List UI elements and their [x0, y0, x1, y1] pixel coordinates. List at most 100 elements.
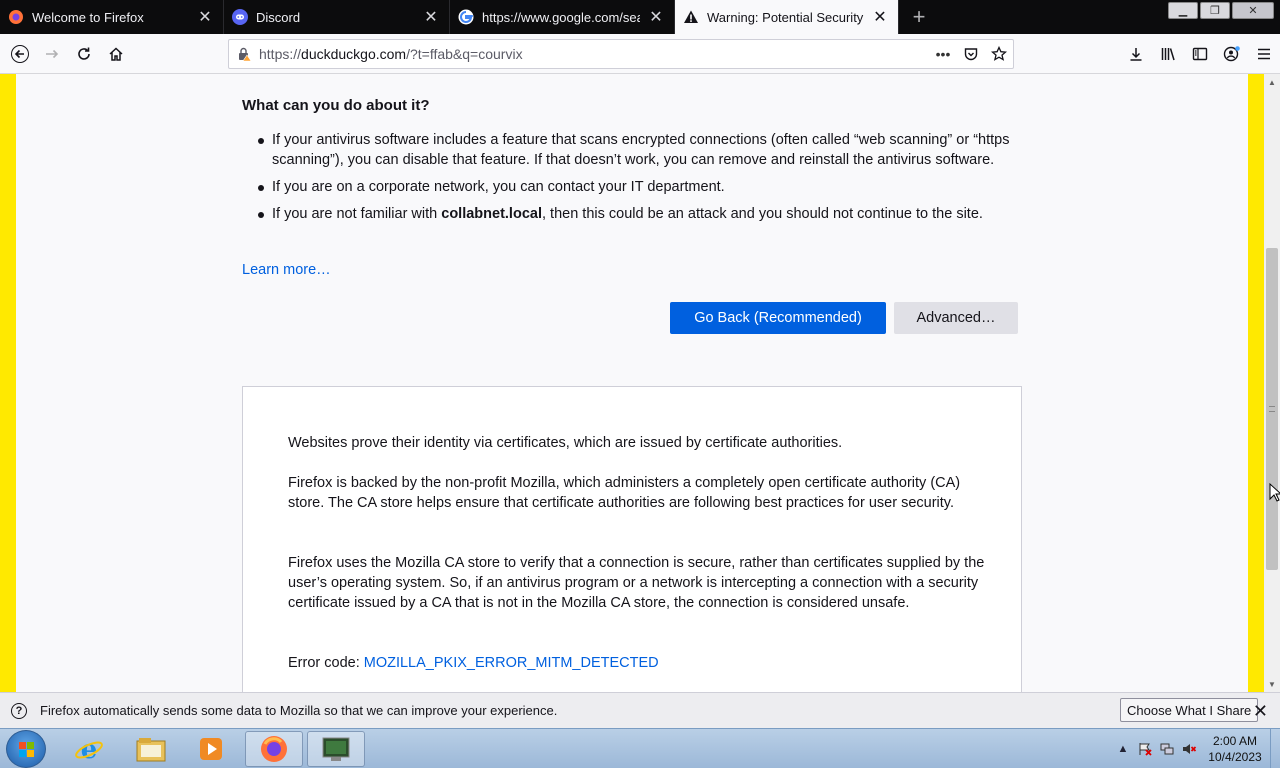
show-desktop-button[interactable]	[1270, 729, 1280, 768]
firefox-icon	[261, 736, 287, 762]
tab-title: Discord	[256, 9, 301, 25]
taskbar-media-player[interactable]	[182, 731, 240, 767]
tab-discord[interactable]: Discord ✕	[224, 0, 450, 34]
new-tab-button[interactable]: +	[899, 0, 939, 34]
url-text[interactable]: https://duckduckgo.com/?t=ffab&q=courvix	[259, 46, 929, 62]
close-icon[interactable]: ✕	[195, 7, 215, 27]
hamburger-menu-icon	[1258, 48, 1270, 60]
tab-strip: Welcome to Firefox ✕ Discord ✕ https://w…	[0, 0, 1280, 34]
taskbar-explorer[interactable]	[122, 731, 180, 767]
action-center-icon[interactable]	[1134, 741, 1156, 757]
forward-button[interactable]	[36, 38, 68, 70]
close-icon[interactable]: ✕	[870, 7, 890, 27]
volume-muted-icon[interactable]	[1178, 741, 1200, 757]
advanced-paragraph: Firefox is backed by the non-profit Mozi…	[288, 475, 961, 511]
choose-what-i-share-button[interactable]: Choose What I Share	[1120, 698, 1259, 722]
vertical-scrollbar[interactable]: ▲ ▼	[1264, 74, 1280, 692]
warning-icon	[683, 9, 699, 25]
close-icon[interactable]: ✕	[421, 7, 441, 27]
advice-list: If your antivirus software includes a fe…	[258, 130, 1018, 231]
download-icon	[1130, 48, 1142, 61]
tab-google[interactable]: https://www.google.com/sear ✕	[450, 0, 675, 34]
page-actions-icon[interactable]: •••	[929, 46, 957, 62]
tab-warning[interactable]: Warning: Potential Security Ris ✕	[675, 0, 899, 34]
minimize-button[interactable]: ▁	[1168, 2, 1198, 19]
list-item: If you are not familiar with collabnet.l…	[258, 204, 1018, 224]
start-button[interactable]	[6, 730, 46, 768]
page-content: What can you do about it? If your antivi…	[0, 74, 1264, 692]
advanced-paragraph: Websites prove their identity via certif…	[288, 435, 843, 451]
scrollbar-thumb[interactable]	[1266, 248, 1278, 570]
hostname: collabnet.local	[441, 206, 542, 222]
error-code-line: Error code: MOZILLA_PKIX_ERROR_MITM_DETE…	[288, 653, 988, 673]
system-clock[interactable]: 2:00 AM 10/4/2023	[1200, 733, 1270, 765]
restore-button[interactable]: ❐	[1200, 2, 1230, 19]
tab-title: https://www.google.com/sear	[482, 9, 640, 25]
sidebar-button[interactable]	[1184, 38, 1216, 70]
toolbar-right	[1120, 38, 1280, 70]
advanced-button[interactable]: Advanced…	[894, 302, 1018, 334]
list-item-text: , then this could be an attack and you s…	[541, 206, 983, 222]
clock-date: 10/4/2023	[1208, 750, 1262, 764]
back-arrow-icon	[11, 44, 29, 63]
home-icon	[109, 46, 123, 61]
reload-icon	[78, 47, 90, 60]
notification-close-icon[interactable]: ✕	[1253, 701, 1268, 722]
downloads-button[interactable]	[1120, 38, 1152, 70]
list-item: If you are on a corporate network, you c…	[258, 177, 1018, 197]
advanced-panel: Websites prove their identity via certif…	[242, 386, 1022, 692]
sidebar-icon	[1192, 47, 1208, 61]
home-button[interactable]	[100, 38, 132, 70]
error-code-link[interactable]: MOZILLA_PKIX_ERROR_MITM_DETECTED	[364, 655, 659, 671]
account-button[interactable]	[1216, 38, 1248, 70]
reload-button[interactable]	[68, 38, 100, 70]
url-prefix: https://	[259, 46, 302, 62]
scroll-up-arrow-icon[interactable]: ▲	[1264, 74, 1280, 90]
error-code-label: Error code:	[288, 655, 364, 671]
media-player-icon	[200, 738, 222, 760]
account-icon	[1223, 46, 1240, 62]
forward-arrow-icon	[46, 49, 59, 58]
back-button[interactable]	[4, 38, 36, 70]
bookmark-star-icon[interactable]	[985, 46, 1013, 62]
clock-time: 2:00 AM	[1212, 734, 1258, 748]
terminal-icon	[322, 737, 350, 761]
list-item-text: If you are not familiar with	[272, 206, 442, 222]
system-tray: ▲ 2:00 AM 10/4/2023	[1112, 729, 1280, 768]
internet-explorer-icon: e	[75, 735, 103, 764]
section-heading: What can you do about it?	[242, 97, 430, 114]
warning-stripe-left	[0, 74, 16, 692]
pocket-icon[interactable]	[957, 46, 985, 62]
menu-button[interactable]	[1248, 38, 1280, 70]
question-icon: ?	[11, 702, 27, 719]
window-controls: ▁ ❐ ✕	[1168, 2, 1274, 19]
library-icon	[1161, 48, 1175, 61]
library-button[interactable]	[1152, 38, 1184, 70]
taskbar-terminal[interactable]	[307, 731, 365, 767]
show-hidden-icons-icon[interactable]: ▲	[1112, 741, 1134, 757]
svg-text:e: e	[81, 735, 98, 764]
windows-logo-icon	[19, 742, 34, 757]
url-bar[interactable]: https://duckduckgo.com/?t=ffab&q=courvix…	[228, 39, 1014, 69]
folder-icon	[136, 738, 166, 762]
taskbar-internet-explorer[interactable]: e	[60, 731, 118, 767]
taskbar-firefox[interactable]	[245, 731, 303, 767]
advanced-paragraph: Firefox uses the Mozilla CA store to ver…	[288, 555, 985, 611]
scroll-down-arrow-icon[interactable]: ▼	[1264, 676, 1280, 692]
url-rest: /?t=ffab&q=courvix	[406, 46, 523, 62]
learn-more-link[interactable]: Learn more…	[242, 262, 331, 278]
data-notification-bar: ? Firefox automatically sends some data …	[0, 692, 1280, 728]
list-item: If your antivirus software includes a fe…	[258, 130, 1018, 170]
close-icon[interactable]: ✕	[646, 7, 666, 27]
navigation-toolbar: https://duckduckgo.com/?t=ffab&q=courvix…	[0, 34, 1280, 74]
tab-welcome[interactable]: Welcome to Firefox ✕	[0, 0, 224, 34]
lock-warning-icon[interactable]	[229, 46, 259, 62]
tab-title: Welcome to Firefox	[32, 9, 144, 25]
window-close-button[interactable]: ✕	[1232, 2, 1274, 19]
url-host: duckduckgo.com	[301, 46, 407, 62]
warning-stripe-right	[1248, 74, 1264, 692]
discord-icon	[232, 9, 248, 25]
notification-text: Firefox automatically sends some data to…	[40, 703, 558, 718]
go-back-button[interactable]: Go Back (Recommended)	[670, 302, 886, 334]
network-icon[interactable]	[1156, 741, 1178, 757]
